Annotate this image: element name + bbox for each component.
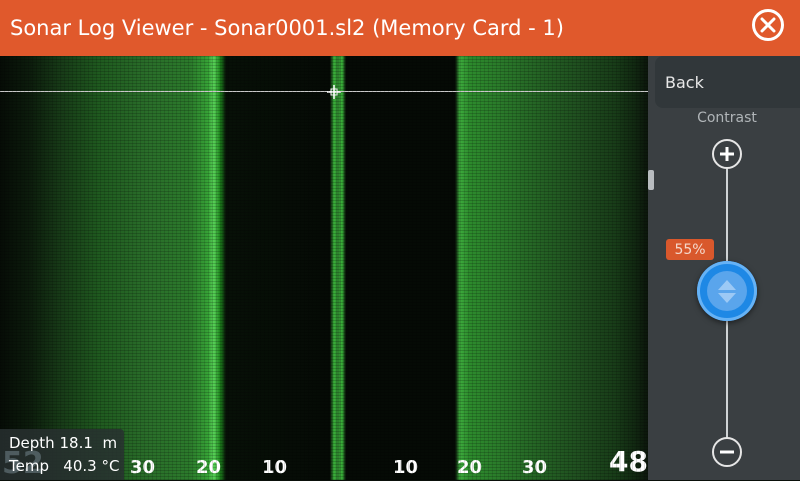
close-button[interactable] <box>752 9 784 41</box>
range-value: 48 <box>609 445 648 478</box>
contrast-increase-button[interactable] <box>712 139 742 169</box>
temp-readout: Temp 40.3 °C <box>9 457 119 475</box>
contrast-label: Contrast <box>697 110 757 126</box>
crosshair-icon <box>327 85 341 99</box>
contrast-value-badge: 55% <box>666 239 714 260</box>
scale-label-right-30: 30 <box>522 457 548 478</box>
scale-label-right-20: 20 <box>457 457 483 478</box>
plus-icon <box>720 147 734 161</box>
window-title: Sonar Log Viewer - Sonar0001.sl2 (Memory… <box>10 16 564 40</box>
temp-unit: °C <box>101 457 120 475</box>
title-bar: Sonar Log Viewer - Sonar0001.sl2 (Memory… <box>0 0 800 58</box>
temp-value: 40.3 <box>63 457 97 475</box>
depth-value: 18.1 <box>59 434 93 452</box>
scroll-indicator[interactable] <box>648 170 654 190</box>
cursor-line <box>0 91 648 92</box>
back-button[interactable]: Back <box>655 56 800 108</box>
depth-label: Depth <box>9 434 55 452</box>
sonar-image[interactable]: 30 20 10 10 20 30 48 <box>0 56 648 480</box>
contrast-decrease-button[interactable] <box>712 437 742 467</box>
arrow-down-icon <box>718 292 736 303</box>
close-icon <box>760 17 776 33</box>
scale-label-right-10: 10 <box>393 457 419 478</box>
minus-icon <box>720 450 734 454</box>
scale-label-left-30: 30 <box>130 457 156 478</box>
depth-unit: m <box>102 434 118 452</box>
contrast-slider-knob[interactable] <box>697 261 757 321</box>
back-label: Back <box>665 72 704 92</box>
scale-label-left-10: 10 <box>262 457 288 478</box>
depth-readout: Depth 18.1 m <box>9 434 117 452</box>
arrow-up-icon <box>718 279 736 290</box>
scale-label-left-20: 20 <box>196 457 222 478</box>
knob-inner <box>707 271 747 311</box>
temp-label: Temp <box>9 457 49 475</box>
